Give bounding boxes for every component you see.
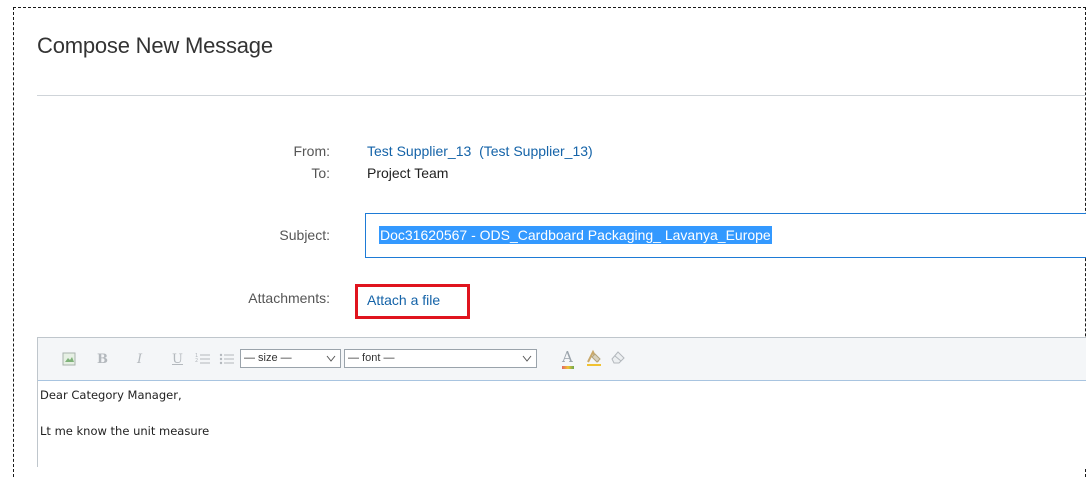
message-editor[interactable]: B I U 12 — size — — font — A Dear Catego…: [37, 337, 1086, 467]
from-value: Test Supplier_13 (Test Supplier_13): [367, 143, 593, 159]
bold-icon[interactable]: B: [97, 352, 108, 368]
to-label: To:: [311, 165, 330, 181]
subject-label: Subject:: [279, 227, 330, 243]
font-color-glyph: A: [562, 348, 573, 366]
subject-input-value: Doc31620567 - ODS_Cardboard Packaging_ L…: [379, 226, 772, 244]
underline-icon[interactable]: U: [172, 352, 183, 368]
font-size-select[interactable]: — size —: [240, 349, 341, 368]
italic-icon[interactable]: I: [137, 352, 142, 368]
attach-file-highlight: Attach a file: [355, 284, 470, 319]
attach-file-link[interactable]: Attach a file: [367, 292, 440, 308]
bullet-list-icon[interactable]: [219, 352, 235, 370]
font-family-select-value: — font —: [348, 352, 395, 364]
title-divider: [37, 95, 1086, 96]
page-title: Compose New Message: [37, 33, 273, 58]
editor-line-2: Lt me know the unit measure: [40, 424, 210, 438]
editor-line-1: Dear Category Manager,: [40, 388, 182, 402]
font-family-select[interactable]: — font —: [344, 349, 537, 368]
font-color-swatch: [562, 366, 574, 369]
font-size-select-value: — size —: [244, 352, 292, 364]
subject-input[interactable]: Doc31620567 - ODS_Cardboard Packaging_ L…: [365, 213, 1086, 258]
font-color-icon[interactable]: A: [562, 348, 574, 369]
attachments-label: Attachments:: [248, 290, 330, 306]
from-name-link[interactable]: Test Supplier_13: [367, 143, 471, 159]
from-paren-name-link[interactable]: Test Supplier_13: [484, 143, 588, 159]
editor-toolbar: B I U 12 — size — — font — A: [38, 338, 1086, 381]
highlight-color-icon[interactable]: [585, 349, 603, 371]
to-value: Project Team: [367, 165, 449, 181]
chevron-down-icon: [326, 352, 336, 369]
eraser-icon[interactable]: [610, 350, 626, 368]
from-label: From:: [293, 143, 330, 159]
ordered-list-icon[interactable]: 12: [195, 352, 211, 370]
chevron-down-icon: [522, 352, 532, 369]
svg-text:2: 2: [195, 358, 198, 364]
insert-image-icon[interactable]: [62, 352, 76, 370]
from-paren-close: ): [588, 143, 593, 159]
